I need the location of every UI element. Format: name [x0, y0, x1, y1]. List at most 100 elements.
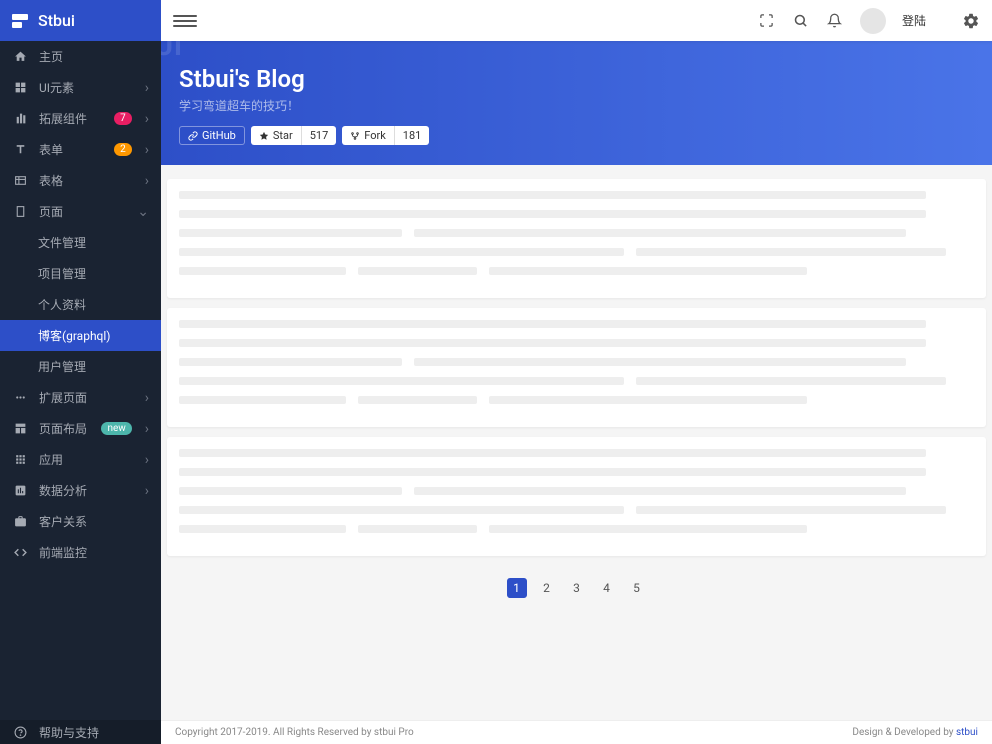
chevron-down-icon: ⌄	[137, 204, 149, 220]
widgets-icon	[12, 81, 28, 94]
nav-sub-projects[interactable]: 项目管理	[0, 258, 161, 289]
footer-link[interactable]: stbui	[956, 727, 978, 738]
badge: 2	[114, 143, 132, 156]
badge: 7	[114, 112, 132, 125]
chart-icon	[12, 484, 28, 497]
chevron-right-icon: ›	[145, 142, 149, 158]
nav-form[interactable]: 表单 2 ›	[0, 134, 161, 165]
brand-icon	[12, 14, 28, 28]
text-icon	[12, 143, 28, 156]
page-1[interactable]: 1	[507, 578, 527, 598]
star-label: Star	[273, 129, 293, 142]
chevron-right-icon: ›	[145, 483, 149, 499]
sidebar-help[interactable]: 帮助与支持	[0, 720, 161, 744]
brand[interactable]: Stbui	[0, 0, 161, 41]
fork-label: Fork	[364, 129, 386, 142]
badge: new	[101, 422, 131, 435]
star-button[interactable]: Star 517	[251, 126, 336, 145]
fork-count: 181	[394, 126, 430, 145]
content: 1 2 3 4 5	[161, 165, 992, 720]
nav-monitor[interactable]: 前端监控	[0, 537, 161, 568]
chevron-right-icon: ›	[145, 111, 149, 127]
nav-sub-profile[interactable]: 个人资料	[0, 289, 161, 320]
nav-label: 扩展页面	[39, 389, 134, 406]
nav-components[interactable]: 拓展组件 7 ›	[0, 103, 161, 134]
nav-pages[interactable]: 页面 ⌄	[0, 196, 161, 227]
nav-label: 页面布局	[39, 420, 90, 437]
chevron-right-icon: ›	[145, 390, 149, 406]
chevron-right-icon: ›	[145, 421, 149, 437]
briefcase-icon	[12, 515, 28, 528]
chevron-right-icon: ›	[145, 173, 149, 189]
nav-label: 个人资料	[38, 296, 149, 313]
fork-button[interactable]: Fork 181	[342, 126, 429, 145]
page-icon	[12, 205, 28, 218]
main: 登陆 Stbui's Blog 学习弯道超车的技巧！ GitHub	[161, 0, 992, 744]
footer: Copyright 2017-2019. All Rights Reserved…	[161, 720, 992, 744]
fork-icon	[350, 131, 360, 141]
brand-text: Stbui	[38, 11, 75, 30]
dots-icon	[12, 391, 28, 404]
nav-home[interactable]: 主页	[0, 41, 161, 72]
nav-analytics[interactable]: 数据分析 ›	[0, 475, 161, 506]
menu-toggle-button[interactable]	[173, 9, 197, 33]
nav-label: 文件管理	[38, 234, 149, 251]
nav-sub-blog[interactable]: 博客(graphql)	[0, 320, 161, 351]
nav-table[interactable]: 表格 ›	[0, 165, 161, 196]
nav-ext-pages[interactable]: 扩展页面 ›	[0, 382, 161, 413]
page-subtitle: 学习弯道超车的技巧！	[179, 97, 974, 114]
nav-label: 用户管理	[38, 358, 149, 375]
login-link[interactable]: 登陆	[902, 12, 926, 29]
page-header: Stbui's Blog 学习弯道超车的技巧！ GitHub	[161, 41, 992, 165]
nav-layout[interactable]: 页面布局 new ›	[0, 413, 161, 444]
pagination: 1 2 3 4 5	[167, 566, 986, 618]
nav-sub-files[interactable]: 文件管理	[0, 227, 161, 258]
footer-design: Design & Developed by stbui	[852, 727, 978, 738]
star-count: 517	[301, 126, 337, 145]
page-5[interactable]: 5	[627, 578, 647, 598]
bell-icon[interactable]	[826, 12, 844, 30]
nav-ui[interactable]: UI元素 ›	[0, 72, 161, 103]
skeleton-card	[167, 437, 986, 556]
nav-crm[interactable]: 客户关系	[0, 506, 161, 537]
fullscreen-icon[interactable]	[758, 12, 776, 30]
page-title: Stbui's Blog	[179, 65, 974, 93]
code-icon	[12, 546, 28, 559]
star-icon	[259, 131, 269, 141]
nav-label: 主页	[39, 48, 149, 65]
gear-icon[interactable]	[962, 12, 980, 30]
help-icon	[12, 726, 28, 739]
avatar[interactable]	[860, 8, 886, 34]
apps-icon	[12, 453, 28, 466]
nav: 主页 UI元素 › 拓展组件 7 › 表单	[0, 41, 161, 720]
nav-label: 表格	[39, 172, 134, 189]
nav-label: 页面	[39, 203, 126, 220]
nav-label: 应用	[39, 451, 134, 468]
search-icon[interactable]	[792, 12, 810, 30]
nav-label: 博客(graphql)	[38, 327, 149, 344]
nav-label: 前端监控	[39, 544, 149, 561]
bar-icon	[12, 112, 28, 125]
nav-sub-users[interactable]: 用户管理	[0, 351, 161, 382]
nav-apps[interactable]: 应用 ›	[0, 444, 161, 475]
help-label: 帮助与支持	[39, 724, 99, 741]
nav-label: 数据分析	[39, 482, 134, 499]
topbar: 登陆	[161, 0, 992, 41]
home-icon	[12, 50, 28, 63]
table-icon	[12, 174, 28, 187]
layout-icon	[12, 422, 28, 435]
chevron-right-icon: ›	[145, 80, 149, 96]
page-4[interactable]: 4	[597, 578, 617, 598]
page-3[interactable]: 3	[567, 578, 587, 598]
page-2[interactable]: 2	[537, 578, 557, 598]
github-button[interactable]: GitHub	[179, 126, 245, 145]
nav-label: UI元素	[39, 79, 134, 96]
skeleton-card	[167, 179, 986, 298]
link-icon	[188, 131, 198, 141]
nav-label: 表单	[39, 141, 103, 158]
chevron-right-icon: ›	[145, 452, 149, 468]
nav-label: 客户关系	[39, 513, 149, 530]
skeleton-card	[167, 308, 986, 427]
github-label: GitHub	[202, 129, 236, 142]
copyright: Copyright 2017-2019. All Rights Reserved…	[175, 727, 852, 738]
